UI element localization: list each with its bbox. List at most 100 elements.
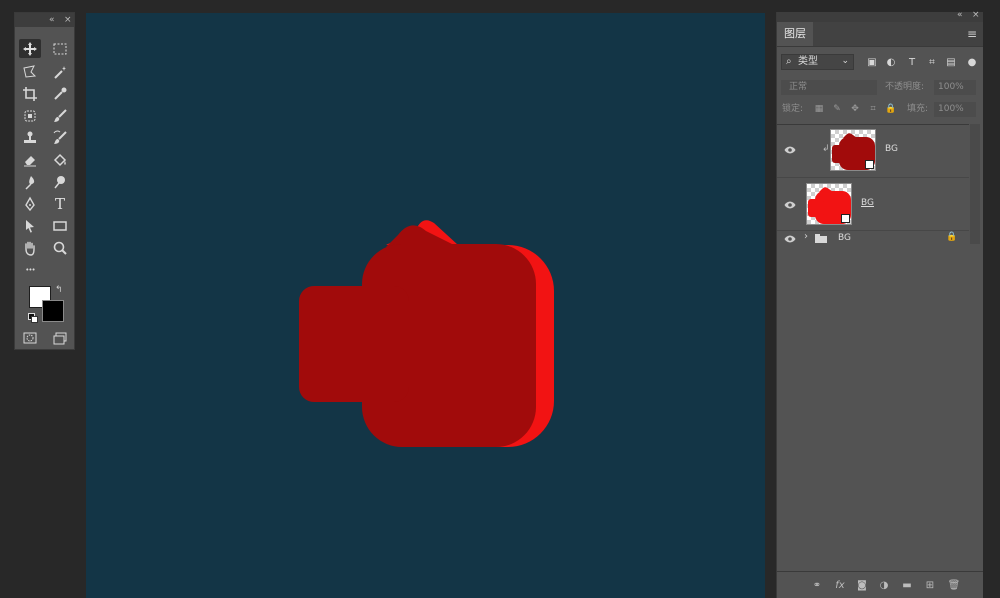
opacity-label: 不透明度:: [885, 82, 925, 92]
edit-toolbar[interactable]: •••: [19, 260, 41, 279]
lock-position-icon[interactable]: ✥: [849, 103, 861, 115]
layer-thumbnail: [806, 183, 852, 225]
path-selection-icon: [26, 219, 34, 233]
layer-filter-row: ⌕ 类型 ⌄ ▣ ◐ T ⌗ ▤ ●: [777, 52, 983, 74]
lock-all-icon[interactable]: 🔒: [885, 103, 897, 115]
eye-icon[interactable]: [784, 200, 796, 210]
lock-row: 锁定: ▦ ✎ ✥ ⌗ 🔒 填充: 100%: [777, 100, 983, 120]
history-brush-icon: [53, 130, 67, 144]
eraser-tool[interactable]: [19, 150, 41, 169]
blur-tool[interactable]: [19, 172, 41, 191]
eye-icon[interactable]: [784, 234, 796, 244]
tools-panel-header[interactable]: « ×: [15, 13, 74, 27]
close-icon[interactable]: ×: [972, 10, 980, 20]
layer-name[interactable]: BG: [885, 144, 898, 154]
lock-artboard-icon[interactable]: ⌗: [867, 103, 879, 115]
brush-tool[interactable]: [49, 106, 71, 125]
brush-icon: [54, 108, 67, 122]
new-group-icon[interactable]: ▬: [900, 578, 914, 592]
path-selection-tool[interactable]: [19, 216, 41, 235]
tab-layers[interactable]: 图层: [777, 22, 813, 46]
adjustment-layer-icon[interactable]: ◑: [877, 578, 891, 592]
layer-row[interactable]: ↲ BG: [777, 125, 969, 178]
search-icon: ⌕: [786, 56, 792, 67]
blend-row: 正常 不透明度: 100%: [777, 78, 983, 98]
folder-icon: [815, 234, 827, 243]
blur-icon: [25, 175, 35, 190]
panel-tab-bar: 图层 ≡: [777, 22, 983, 47]
dodge-icon: [54, 175, 65, 188]
move-tool[interactable]: [19, 39, 41, 58]
clipping-mask-icon: ↲: [822, 144, 830, 154]
eye-icon[interactable]: [784, 145, 796, 155]
screen-mode-icon: [53, 332, 67, 344]
collapse-icon[interactable]: «: [49, 13, 55, 27]
smart-object-badge-icon: [841, 214, 850, 223]
filter-type-icon[interactable]: T: [905, 55, 919, 69]
new-layer-icon[interactable]: ⊞: [923, 578, 937, 592]
magic-wand-tool[interactable]: [49, 62, 71, 81]
default-colors-icon[interactable]: [28, 313, 38, 323]
filter-smart-object-icon[interactable]: ▤: [944, 55, 958, 69]
eyedropper-tool[interactable]: [49, 84, 71, 103]
clone-stamp-tool[interactable]: [19, 128, 41, 147]
fx-icon[interactable]: fx: [833, 578, 847, 592]
swap-colors-icon[interactable]: ↰: [55, 285, 63, 295]
opacity-input[interactable]: 100%: [934, 80, 976, 95]
history-brush-tool[interactable]: [49, 128, 71, 147]
paint-bucket-icon: [53, 153, 67, 166]
hand-tool[interactable]: [19, 238, 41, 257]
chevron-down-icon: ⌄: [841, 56, 849, 66]
background-color-swatch[interactable]: [42, 300, 64, 322]
quick-mask-button[interactable]: [19, 328, 41, 347]
layers-list: ↲ BG BG › BG 🔒: [777, 124, 969, 245]
lock-pixels-icon[interactable]: ✎: [831, 103, 843, 115]
filter-shape-icon[interactable]: ⌗: [925, 55, 939, 69]
document-canvas[interactable]: [86, 13, 765, 598]
crop-tool[interactable]: [19, 84, 41, 103]
fill-label: 填充:: [907, 104, 929, 114]
close-icon[interactable]: ×: [64, 13, 72, 27]
layer-name[interactable]: BG: [861, 198, 874, 208]
rectangle-tool[interactable]: [49, 216, 71, 235]
eraser-icon: [24, 155, 36, 166]
panel-menu-icon[interactable]: ≡: [967, 27, 977, 41]
crop-icon: [23, 86, 37, 101]
polygonal-lasso-icon: [23, 64, 37, 78]
filter-kind-label: 类型: [798, 56, 818, 67]
fill-input[interactable]: 100%: [934, 102, 976, 117]
filter-toggle-icon[interactable]: ●: [965, 55, 979, 69]
rectangle-shape-icon: [53, 220, 67, 231]
smart-object-badge-icon: [865, 160, 874, 169]
trash-icon[interactable]: 🗑: [947, 578, 961, 592]
layer-group-row[interactable]: › BG 🔒: [777, 231, 969, 247]
layer-row[interactable]: BG: [777, 178, 969, 231]
canvas-artwork: [299, 220, 554, 447]
filter-pixel-icon[interactable]: ▣: [865, 55, 879, 69]
layers-panel-header[interactable]: « ×: [777, 10, 983, 22]
expand-chevron-icon[interactable]: ›: [804, 231, 808, 242]
zoom-tool[interactable]: [49, 238, 71, 257]
filter-kind-select[interactable]: ⌕ 类型 ⌄: [781, 54, 854, 70]
screen-mode-button[interactable]: [49, 328, 71, 347]
pen-tool[interactable]: [19, 194, 41, 213]
type-tool[interactable]: T: [49, 194, 71, 213]
paint-bucket-tool[interactable]: [49, 150, 71, 169]
collapse-icon[interactable]: «: [957, 10, 963, 20]
more-dots-icon: •••: [25, 265, 35, 274]
lasso-tool[interactable]: [19, 62, 41, 81]
blend-mode-select[interactable]: 正常: [781, 80, 877, 95]
lock-transparent-icon[interactable]: ▦: [813, 103, 825, 115]
add-mask-icon[interactable]: ◙: [855, 578, 869, 592]
link-layers-icon[interactable]: ⚭: [810, 578, 824, 592]
dodge-tool[interactable]: [49, 172, 71, 191]
layers-panel-footer: ⚭ fx ◙ ◑ ▬ ⊞ 🗑: [777, 571, 983, 598]
hand-icon: [25, 241, 35, 256]
healing-brush-tool[interactable]: [19, 106, 41, 125]
rectangular-marquee-icon: [53, 43, 67, 54]
filter-adjustment-icon[interactable]: ◐: [884, 55, 898, 69]
pen-icon: [25, 196, 35, 211]
layer-name[interactable]: BG: [838, 233, 851, 243]
layers-scrollbar[interactable]: [970, 124, 980, 244]
marquee-tool[interactable]: [49, 39, 71, 58]
